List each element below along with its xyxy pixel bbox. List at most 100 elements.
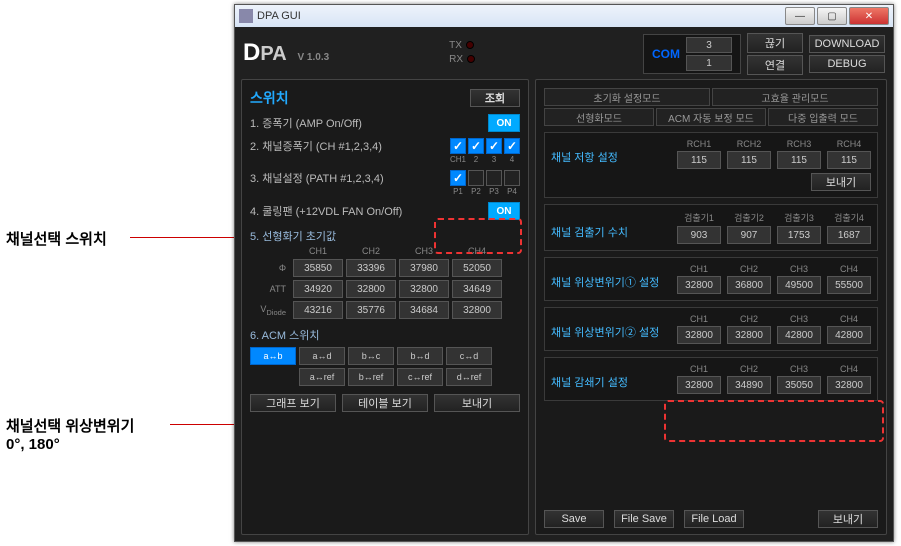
p1-check[interactable]: ✓ [450,170,466,186]
g4-v3[interactable]: 42800 [777,326,821,344]
acm-cref[interactable]: c↔ref [397,368,443,386]
version-label: V 1.0.3 [297,52,329,63]
download-button[interactable]: DOWNLOAD [809,35,885,53]
com-value-2[interactable]: 1 [686,55,732,71]
connect-button[interactable]: 연결 [747,55,803,75]
phi-ch3[interactable]: 37980 [399,259,449,277]
save-button[interactable]: Save [544,510,604,528]
p4-check[interactable]: ✓ [504,170,520,186]
g2-c2: 검출기2 [734,211,764,224]
disconnect-button[interactable]: 끊기 [747,33,803,53]
acm-bc[interactable]: b↔c [348,347,394,365]
group-detector: 채널 검출기 수치 검출기1903 검출기2907 검출기31753 검출기41… [544,204,878,251]
g1-send-button[interactable]: 보내기 [811,173,871,191]
g2-v3[interactable]: 1753 [777,226,821,244]
file-save-button[interactable]: File Save [614,510,674,528]
acm-cd[interactable]: c↔d [446,347,492,365]
ch2-check-label: 2 [474,155,478,164]
fan-on-button[interactable]: ON [488,202,520,220]
att-ch1[interactable]: 34920 [293,280,343,298]
maximize-button[interactable]: ▢ [817,7,847,25]
ch3-check[interactable]: ✓ [486,138,502,154]
tab-efficiency-mode[interactable]: 고효율 관리모드 [712,88,878,106]
group-phase2: 채널 위상변위기② 설정 CH132800 CH232800 CH342800 … [544,307,878,351]
g1-v1[interactable]: 115 [677,151,721,169]
rx-led [467,55,475,63]
ch-amp-label: 2. 채널증폭기 (CH #1,2,3,4) [250,138,444,154]
g4-v1[interactable]: 32800 [677,326,721,344]
acm-bref[interactable]: b↔ref [348,368,394,386]
right-send-button[interactable]: 보내기 [818,510,878,528]
file-load-button[interactable]: File Load [684,510,744,528]
p3-check-label: P3 [489,187,499,196]
col-ch3: CH3 [399,246,449,256]
vd-ch4[interactable]: 32800 [452,301,502,319]
minimize-button[interactable]: — [785,7,815,25]
query-button[interactable]: 조회 [470,89,520,107]
phi-ch1[interactable]: 35850 [293,259,343,277]
p3-check[interactable]: ✓ [486,170,502,186]
fan-row: 4. 쿨링팬 (+12VDL FAN On/Off) ON [250,202,520,220]
p2-check-label: P2 [471,187,481,196]
g2-v2[interactable]: 907 [727,226,771,244]
vd-ch1[interactable]: 43216 [293,301,343,319]
acm-bd[interactable]: b↔d [397,347,443,365]
g5-v4[interactable]: 32800 [827,376,871,394]
g1-c2: RCH2 [737,139,762,149]
att-ch3[interactable]: 32800 [399,280,449,298]
tab-mimo[interactable]: 다중 입출력 모드 [768,108,878,126]
main-tabs: 초기화 설정모드 고효율 관리모드 [544,88,878,106]
g1-v3[interactable]: 115 [777,151,821,169]
g3-v4[interactable]: 55500 [827,276,871,294]
g4-c4: CH4 [840,314,858,324]
table-view-button[interactable]: 테이블 보기 [342,394,428,412]
ch1-check[interactable]: ✓ [450,138,466,154]
g4-v2[interactable]: 32800 [727,326,771,344]
amp-on-button[interactable]: ON [488,114,520,132]
g2-v1[interactable]: 903 [677,226,721,244]
acm-dref[interactable]: d↔ref [446,368,492,386]
g5-v1[interactable]: 32800 [677,376,721,394]
ch4-check[interactable]: ✓ [504,138,520,154]
vd-ch3[interactable]: 34684 [399,301,449,319]
acm-ad[interactable]: a↔d [299,347,345,365]
g1-v2[interactable]: 115 [727,151,771,169]
ch1-check-label: CH1 [450,155,466,164]
att-ch4[interactable]: 34649 [452,280,502,298]
g2-v4[interactable]: 1687 [827,226,871,244]
g1-v4[interactable]: 115 [827,151,871,169]
com-value-1[interactable]: 3 [686,37,732,53]
acm-grid: a↔b a↔d b↔c b↔d c↔d a↔ref b↔ref c↔ref d↔… [250,347,520,386]
graph-view-button[interactable]: 그래프 보기 [250,394,336,412]
annotation-channel-switch: 채널선택 스위치 [6,228,107,249]
annotation-phase-shifter: 채널선택 위상변위기 0°, 180° [6,415,134,453]
vd-ch2[interactable]: 35776 [346,301,396,319]
linearizer-grid: CH1 CH2 CH3 CH4 Φ 35850 33396 37980 5205… [250,246,520,319]
ch2-check[interactable]: ✓ [468,138,484,154]
tab-linear[interactable]: 선형화모드 [544,108,654,126]
acm-ab[interactable]: a↔b [250,347,296,365]
att-ch2[interactable]: 32800 [346,280,396,298]
g5-v2[interactable]: 34890 [727,376,771,394]
annotation-phase-line2: 0°, 180° [6,436,60,453]
group-attenuator: 채널 감쇄기 설정 CH132800 CH234890 CH335050 CH4… [544,357,878,401]
ch-amp-row: 2. 채널증폭기 (CH #1,2,3,4) ✓CH1 ✓2 ✓3 ✓4 [250,138,520,164]
acm-aref[interactable]: a↔ref [299,368,345,386]
g5-c2: CH2 [740,364,758,374]
g3-v2[interactable]: 36800 [727,276,771,294]
g3-v1[interactable]: 32800 [677,276,721,294]
debug-button[interactable]: DEBUG [809,55,885,73]
phi-ch4[interactable]: 52050 [452,259,502,277]
logo: DPA V 1.0.3 [243,39,329,67]
g3-v3[interactable]: 49500 [777,276,821,294]
annotation-phase-line1: 채널선택 위상변위기 [6,418,134,435]
close-button[interactable]: ✕ [849,7,889,25]
g4-v4[interactable]: 42800 [827,326,871,344]
phi-ch2[interactable]: 33396 [346,259,396,277]
left-send-button[interactable]: 보내기 [434,394,520,412]
g5-v3[interactable]: 35050 [777,376,821,394]
tab-acm-auto[interactable]: ACM 자동 보정 모드 [656,108,766,126]
tab-init-mode[interactable]: 초기화 설정모드 [544,88,710,106]
p2-check[interactable]: ✓ [468,170,484,186]
left-panel: 스위치 조회 1. 증폭기 (AMP On/Off) ON 2. 채널증폭기 (… [241,79,529,535]
